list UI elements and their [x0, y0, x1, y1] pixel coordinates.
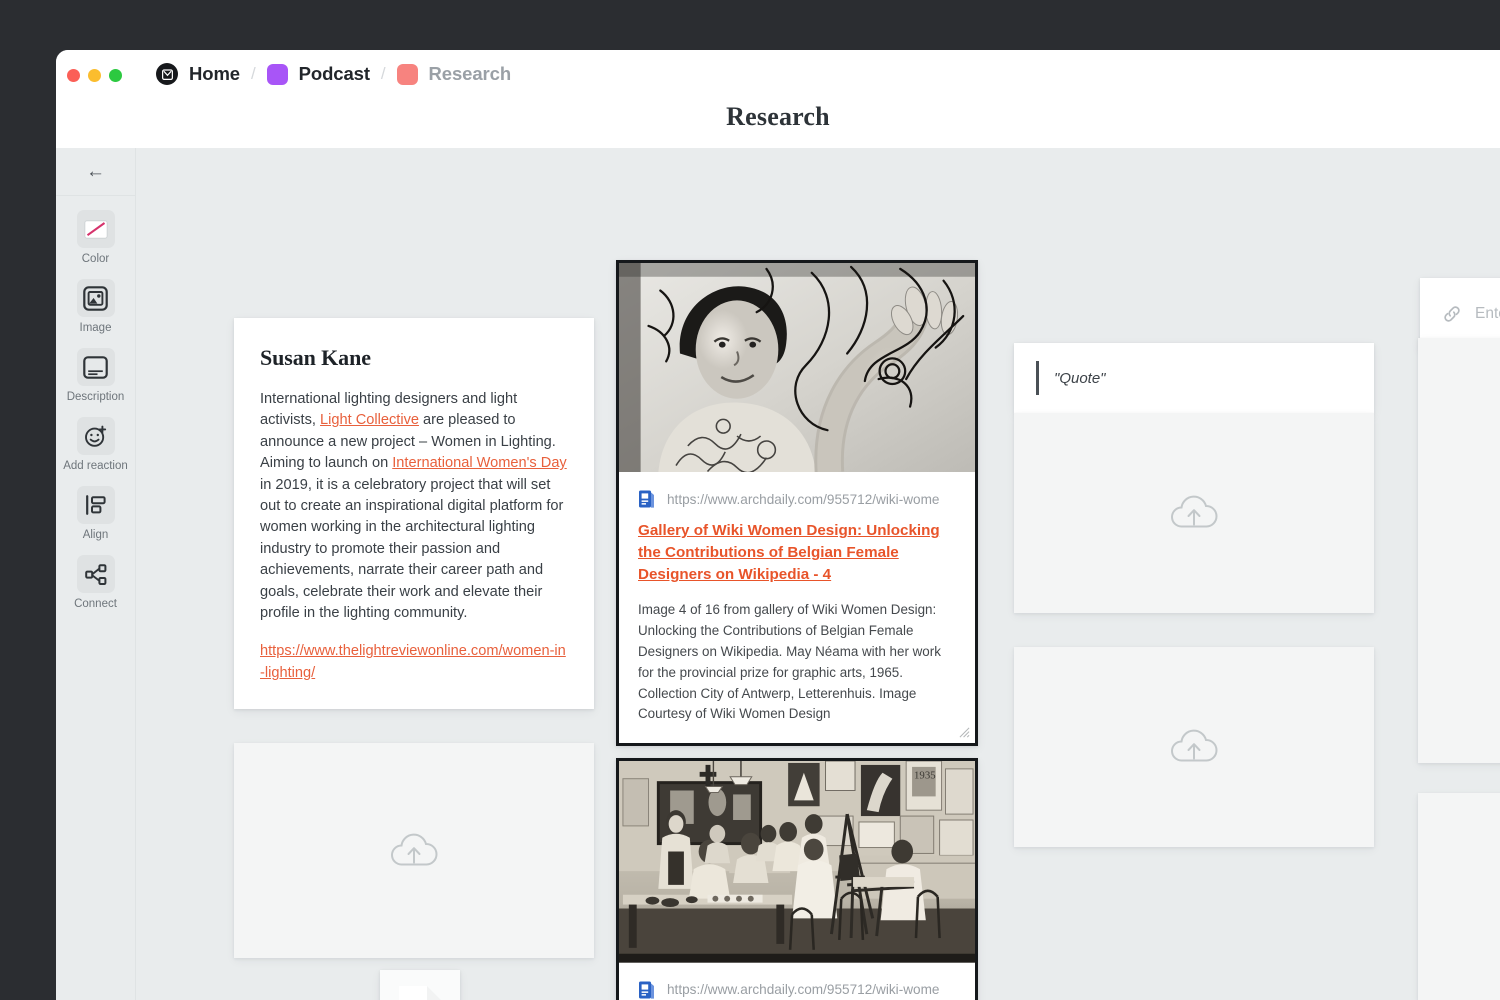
link-icon: [1442, 304, 1462, 324]
maximize-window-button[interactable]: [109, 69, 122, 82]
sidebar-item-label: Align: [83, 529, 109, 541]
description-icon: [77, 348, 115, 386]
sidebar-item-label: Color: [82, 253, 109, 265]
breadcrumb-separator: /: [251, 64, 256, 84]
sidebar-item-image[interactable]: Image: [56, 279, 135, 334]
sidebar-item-label: Connect: [74, 598, 117, 610]
text-body-part-3: in 2019, it is a celebratory project tha…: [260, 477, 563, 621]
breadcrumb-item-podcast[interactable]: Podcast: [299, 63, 370, 85]
connect-icon: [77, 555, 115, 593]
text-card-url-paragraph: https://www.thelightreviewonline.com/wom…: [260, 641, 568, 684]
file-icon: [397, 984, 443, 1000]
link-card-archdaily-wiki-women[interactable]: 1935: [616, 758, 978, 1000]
quote-text[interactable]: "Quote": [1054, 370, 1106, 387]
add-reaction-icon: [77, 417, 115, 455]
sidebar-item-description[interactable]: Description: [56, 348, 135, 403]
sidebar-item-color[interactable]: Color: [56, 210, 135, 265]
sidebar-item-label: Image: [80, 322, 112, 334]
text-card-title: Susan Kane: [260, 345, 568, 371]
link-card-url-row: https://www.archdaily.com/955712/wiki-wo…: [638, 980, 956, 1000]
link-card-body: https://www.archdaily.com/955712/wiki-wo…: [619, 472, 975, 743]
text-card-body: International lighting designers and lig…: [260, 389, 568, 624]
sidebar-item-add-reaction[interactable]: Add reaction: [56, 417, 135, 472]
archdaily-favicon-icon: [638, 980, 655, 1000]
file-card[interactable]: [380, 970, 460, 1000]
link-card-title[interactable]: Gallery of Wiki Women Design: Unlocking …: [638, 520, 956, 586]
quote-card[interactable]: "Quote": [1014, 343, 1374, 413]
sidebar-item-connect[interactable]: Connect: [56, 555, 135, 610]
link-card-photo-classroom: 1935: [619, 761, 975, 963]
close-window-button[interactable]: [67, 69, 80, 82]
board-canvas[interactable]: Susan Kane International lighting design…: [137, 148, 1500, 1000]
minimize-window-button[interactable]: [88, 69, 101, 82]
women-in-lighting-url-link[interactable]: https://www.thelightreviewonline.com/wom…: [260, 643, 566, 680]
archdaily-favicon-icon: [638, 489, 655, 509]
link-input-placeholder[interactable]: Enter a link: [1475, 305, 1500, 323]
empty-card-right-2[interactable]: [1418, 793, 1500, 1000]
link-card-photo-portrait: [619, 263, 975, 472]
work-area: ← Color: [56, 148, 1500, 1000]
sidebar-item-label: Add reaction: [63, 460, 128, 472]
light-collective-link[interactable]: Light Collective: [320, 412, 419, 428]
page-title: Research: [56, 102, 1500, 132]
cloud-upload-icon: [1167, 726, 1221, 768]
cloud-upload-icon: [387, 830, 441, 872]
title-bar: Home / Podcast / Research Research: [56, 50, 1500, 148]
resize-handle[interactable]: [959, 727, 970, 738]
quote-bar: [1036, 361, 1039, 395]
breadcrumb-item-home[interactable]: Home: [189, 63, 240, 85]
back-button[interactable]: ←: [56, 148, 135, 196]
cloud-upload-icon: [1167, 492, 1221, 534]
breadcrumb: Home / Podcast / Research: [156, 63, 511, 85]
image-dropzone-middle-2[interactable]: [1014, 647, 1374, 847]
svg-text:1935: 1935: [914, 770, 936, 782]
color-icon: [77, 210, 115, 248]
logo-mark-icon[interactable]: [156, 63, 178, 85]
color-swatch-podcast-icon[interactable]: [267, 64, 288, 85]
international-womens-day-link[interactable]: International Women's Day: [392, 455, 566, 471]
link-card-url[interactable]: https://www.archdaily.com/955712/wiki-wo…: [667, 492, 940, 507]
align-icon: [77, 486, 115, 524]
link-card-archdaily-gallery[interactable]: https://www.archdaily.com/955712/wiki-wo…: [616, 260, 978, 746]
sidebar-item-label: Description: [67, 391, 125, 403]
sidebar-item-align[interactable]: Align: [56, 486, 135, 541]
link-card-url-row: https://www.archdaily.com/955712/wiki-wo…: [638, 489, 956, 509]
app-window: Home / Podcast / Research Research ← Col…: [56, 50, 1500, 1000]
window-controls: [67, 69, 122, 82]
link-card-url[interactable]: https://www.archdaily.com/955712/wiki-wo…: [667, 982, 940, 997]
image-dropzone-middle-1[interactable]: [1014, 413, 1374, 613]
tool-sidebar: ← Color: [56, 148, 136, 1000]
breadcrumb-item-research[interactable]: Research: [429, 63, 512, 85]
image-dropzone-left[interactable]: [234, 743, 594, 958]
image-icon: [77, 279, 115, 317]
empty-card-right-1[interactable]: [1418, 338, 1500, 763]
text-card[interactable]: Susan Kane International lighting design…: [234, 318, 594, 709]
link-card-description: Image 4 of 16 from gallery of Wiki Women…: [638, 600, 956, 725]
color-swatch-research-icon[interactable]: [397, 64, 418, 85]
link-card-body: https://www.archdaily.com/955712/wiki-wo…: [619, 963, 975, 1000]
breadcrumb-separator: /: [381, 64, 386, 84]
